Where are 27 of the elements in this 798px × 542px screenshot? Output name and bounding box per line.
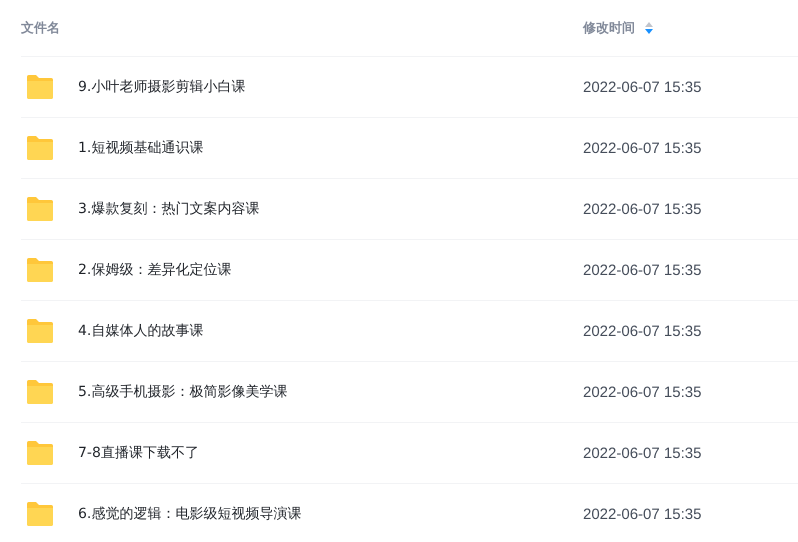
folder-name[interactable]: 6.感觉的逻辑：电影级短视频导演课 [78, 505, 302, 523]
folder-icon [26, 196, 54, 222]
folder-name[interactable]: 9.小叶老师摄影剪辑小白课 [78, 78, 246, 96]
modified-time: 2022-06-07 15:35 [583, 322, 702, 340]
folder-icon [26, 501, 54, 527]
modified-time: 2022-06-07 15:35 [583, 200, 702, 218]
folder-icon [26, 440, 54, 466]
folder-name[interactable]: 7-8直播课下载不了 [78, 444, 199, 462]
modified-time: 2022-06-07 15:35 [583, 78, 702, 96]
sort-icon[interactable] [645, 22, 653, 34]
modified-time: 2022-06-07 15:35 [583, 140, 702, 156]
folder-name[interactable]: 3.爆款复刻：热门文案内容课 [78, 200, 260, 218]
folder-name[interactable]: 2.保姆级：差异化定位课 [78, 261, 232, 279]
modified-time: 2022-06-07 15:35 [583, 444, 702, 462]
modified-time: 2022-06-07 15:35 [583, 262, 702, 278]
folder-icon [26, 135, 54, 161]
modified-time: 2022-06-07 15:35 [583, 384, 702, 400]
folder-name[interactable]: 4.自媒体人的故事课 [78, 322, 204, 340]
folder-name[interactable]: 5.高级手机摄影：极简影像美学课 [78, 383, 288, 401]
folder-icon [26, 74, 54, 100]
column-header[interactable]: 修改时间 [583, 19, 635, 37]
modified-time: 2022-06-07 15:35 [583, 506, 702, 522]
folder-icon [26, 318, 54, 344]
column-header: 文件名 [21, 20, 60, 37]
folder-icon [26, 257, 54, 283]
folder-name[interactable]: 1.短视频基础通识课 [78, 139, 204, 157]
folder-icon [26, 379, 54, 405]
